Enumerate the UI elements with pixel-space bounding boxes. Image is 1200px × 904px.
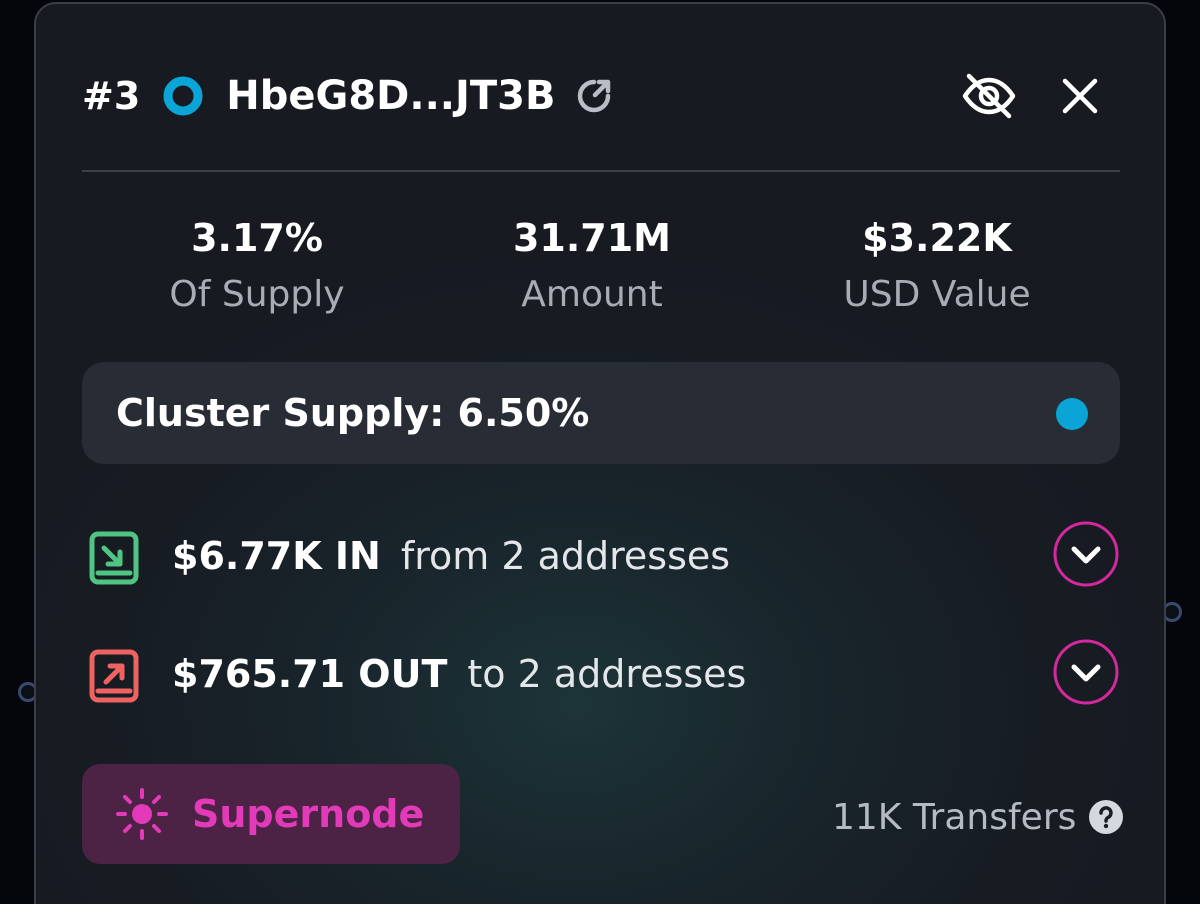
send-icon	[89, 649, 139, 703]
outflow-amount: $765.71 OUT	[172, 652, 448, 696]
close-icon	[1062, 78, 1098, 114]
receive-icon	[89, 531, 139, 585]
stat-label: Amount	[521, 274, 663, 315]
cluster-supply-bar[interactable]: Cluster Supply: 6.50%	[82, 362, 1120, 464]
header-divider	[82, 170, 1120, 172]
wallet-details-panel: #3 HbeG8D...JT3B 3.17% Of Supply 31.71M …	[34, 2, 1166, 904]
stats-row: 3.17% Of Supply 31.71M Amount $3.22K USD…	[82, 210, 1120, 330]
stat-supply: 3.17% Of Supply	[107, 210, 407, 320]
cluster-supply-label: Cluster Supply: 6.50%	[116, 391, 590, 435]
wallet-address[interactable]: HbeG8D...JT3B	[226, 73, 555, 119]
stat-value: 3.17%	[191, 216, 323, 260]
inflow-amount: $6.77K IN	[172, 534, 381, 578]
panel-header: #3 HbeG8D...JT3B	[82, 66, 615, 126]
help-icon[interactable]	[1088, 799, 1124, 835]
stat-label: USD Value	[843, 274, 1031, 315]
transfers-count: 11K Transfers	[832, 790, 1124, 844]
stat-usd-value: $3.22K USD Value	[787, 210, 1087, 320]
sun-icon	[116, 788, 168, 840]
expand-inflow-button[interactable]	[1052, 520, 1120, 588]
external-link-icon[interactable]	[573, 75, 615, 117]
inflow-description: from 2 addresses	[400, 534, 731, 578]
address-color-dot-icon	[162, 75, 204, 117]
close-button[interactable]	[1054, 70, 1106, 122]
hide-wallet-button[interactable]	[960, 70, 1018, 122]
stat-value: $3.22K	[862, 216, 1012, 260]
stat-value: 31.71M	[512, 216, 671, 260]
inflow-row[interactable]: $6.77K IN from 2 addresses	[82, 520, 1120, 590]
supernode-button[interactable]: Supernode	[82, 764, 460, 864]
expand-outflow-button[interactable]	[1052, 638, 1120, 706]
stat-label: Of Supply	[169, 274, 345, 315]
screen: #3 HbeG8D...JT3B 3.17% Of Supply 31.71M …	[0, 0, 1200, 904]
inflow-text: $6.77K IN from 2 addresses	[172, 526, 730, 594]
rank-label: #3	[82, 74, 141, 118]
eye-off-icon	[962, 73, 1016, 119]
stat-amount: 31.71M Amount	[442, 210, 742, 320]
outflow-description: to 2 addresses	[467, 652, 747, 696]
cluster-color-dot	[1056, 398, 1088, 430]
outflow-text: $765.71 OUT to 2 addresses	[172, 644, 746, 712]
supernode-label: Supernode	[192, 792, 425, 836]
transfers-label: 11K Transfers	[832, 796, 1077, 838]
outflow-row[interactable]: $765.71 OUT to 2 addresses	[82, 638, 1120, 708]
